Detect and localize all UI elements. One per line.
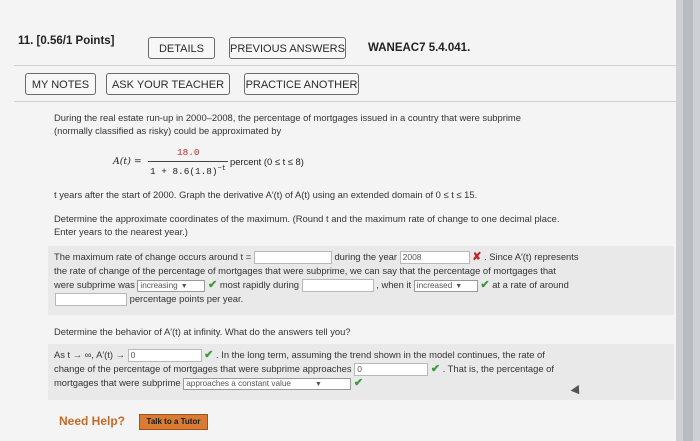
correct-icon: ✔ (480, 279, 490, 292)
scrollbar[interactable] (676, 0, 700, 441)
inf-text-1: As t → ∞, A′(t) → (54, 349, 125, 360)
limit-input[interactable]: 0 (127, 349, 202, 363)
correct-icon: ✔ (204, 349, 214, 361)
my-notes-button[interactable]: MY NOTES (25, 73, 96, 95)
intro-line-2: (normally classified as risky) could be … (54, 124, 282, 136)
formula-tail: percent (0 ≤ t ≤ 8) (230, 156, 304, 167)
max-text-8: at a rate of around (492, 279, 569, 291)
ask-teacher-button[interactable]: ASK YOUR TEACHER (106, 73, 230, 95)
problem-intro: During the real estate run-up in 2000–20… (54, 112, 521, 137)
it-select[interactable]: increased ▼ (413, 279, 478, 292)
year-input[interactable]: 2008 (399, 251, 470, 265)
incorrect-icon: ✘ (472, 251, 482, 263)
chevron-down-icon: ▼ (455, 282, 463, 290)
graph-instruction: t years after the start of 2000. Graph t… (54, 189, 478, 200)
divider (14, 101, 676, 102)
formula-lhs: A(t) = (113, 156, 142, 167)
details-button[interactable]: DETAILS (148, 37, 215, 59)
max-rate-block: The maximum rate of change occurs around… (54, 250, 672, 307)
inf-text-3: change of the percentage of mortgages th… (54, 363, 352, 375)
max-text-9: percentage points per year. (129, 293, 244, 305)
correct-icon: ✔ (353, 377, 364, 390)
chevron-down-icon: ▼ (314, 380, 322, 388)
trend-select[interactable]: increasing ▼ (137, 279, 206, 292)
previous-answers-button[interactable]: PREVIOUS ANSWERS (229, 37, 346, 59)
trend-select-value: increasing (140, 280, 178, 290)
behavior-question: Determine the behavior of A′(t) at infin… (54, 326, 351, 337)
numerator-text: 18.0 (177, 147, 200, 158)
denominator-text: 1 + 8.6(1.8) (150, 166, 218, 178)
behavior-select[interactable]: approaches a constant value ▼ (183, 377, 352, 390)
fraction-bar (148, 161, 228, 162)
talk-to-tutor-button[interactable]: Talk to a Tutor (139, 414, 208, 430)
max-text-1: The maximum rate of change occurs around… (54, 251, 252, 262)
inf-text-5: mortgages that were subprime (54, 377, 181, 389)
divider (14, 65, 676, 66)
question-page: 11. [0.56/1 Points] DETAILS PREVIOUS ANS… (0, 0, 676, 441)
correct-icon: ✔ (430, 363, 441, 376)
infinity-block: As t → ∞, A′(t) → 0 ✔ . In the long term… (54, 348, 672, 390)
question-number-points: 11. [0.56/1 Points] (18, 35, 115, 47)
inf-text-4: . That is, the percentage of (442, 363, 554, 375)
formula-denominator: 1 + 8.6(1.8)−t (150, 165, 226, 177)
correct-icon: ✔ (207, 279, 218, 292)
rate-input[interactable] (55, 293, 127, 307)
round-line-2: Enter years to the nearest year.) (54, 225, 188, 237)
max-text-4: the rate of change of the percentage of … (54, 265, 556, 277)
approaches-input[interactable]: 0 (354, 363, 429, 377)
max-text-3: . Since A′(t) represents (484, 251, 579, 262)
max-text-5: were subprime was (54, 279, 135, 291)
formula-numerator: 18.0 (177, 147, 200, 158)
during-input[interactable] (301, 279, 374, 293)
t-max-input[interactable] (253, 251, 332, 265)
max-text-2: during the year (334, 251, 397, 262)
exponent-text: −t (217, 165, 226, 173)
instruction-round: Determine the approximate coordinates of… (54, 213, 559, 238)
instruction-graph: t years after the start of 2000. Graph t… (54, 189, 477, 202)
behavior-select-value: approaches a constant value (186, 378, 291, 388)
need-help-label: Need Help? (59, 414, 126, 428)
scrollbar-thumb[interactable] (683, 0, 693, 441)
max-text-7: , when it (376, 279, 412, 291)
problem-code: WANEAC7 5.4.041. (368, 42, 471, 54)
practice-another-button[interactable]: PRACTICE ANOTHER (244, 73, 359, 95)
max-text-6: most rapidly during (219, 279, 300, 291)
it-select-value: increased (416, 280, 453, 290)
intro-line-1: During the real estate run-up in 2000–20… (54, 112, 521, 123)
chevron-down-icon: ▼ (180, 282, 188, 290)
inf-text-2: . In the long term, assuming the trend s… (216, 349, 545, 360)
round-line-1: Determine the approximate coordinates of… (54, 213, 560, 224)
